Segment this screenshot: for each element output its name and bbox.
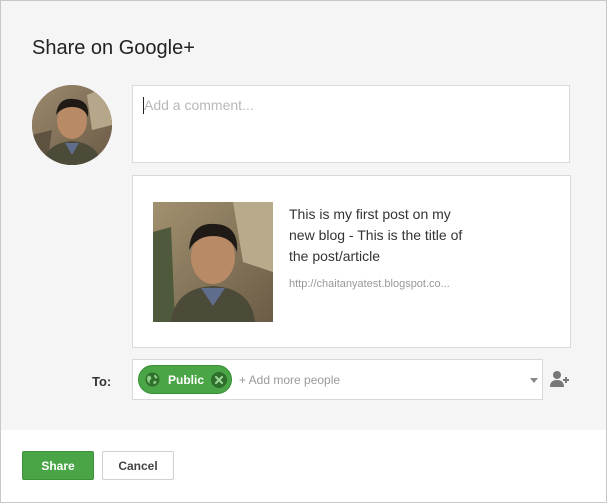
- chevron-down-icon[interactable]: [530, 378, 538, 383]
- globe-icon: [145, 372, 160, 387]
- comment-input[interactable]: Add a comment...: [132, 85, 570, 163]
- share-dialog: Share on Google+ Add a comment... This i…: [0, 0, 607, 503]
- cancel-button[interactable]: Cancel: [102, 451, 174, 480]
- dialog-title: Share on Google+: [32, 37, 195, 59]
- link-preview-card: This is my first post on my new blog - T…: [132, 175, 571, 348]
- share-button[interactable]: Share: [22, 451, 94, 480]
- public-chip[interactable]: Public: [138, 365, 232, 394]
- audience-input[interactable]: Public + Add more people: [132, 359, 543, 400]
- add-more-people-input[interactable]: + Add more people: [239, 373, 340, 387]
- user-avatar: [32, 85, 112, 165]
- preview-url: http://chaitanyatest.blogspot.co...: [289, 278, 450, 290]
- preview-thumbnail: [153, 202, 273, 322]
- dialog-footer: Share Cancel: [1, 430, 606, 502]
- preview-title[interactable]: This is my first post on my new blog - T…: [289, 204, 479, 267]
- add-person-icon[interactable]: [550, 370, 570, 388]
- to-label: To:: [92, 374, 112, 389]
- public-chip-label: Public: [168, 373, 205, 387]
- remove-chip-icon[interactable]: [211, 372, 227, 388]
- comment-placeholder: Add a comment...: [144, 97, 254, 113]
